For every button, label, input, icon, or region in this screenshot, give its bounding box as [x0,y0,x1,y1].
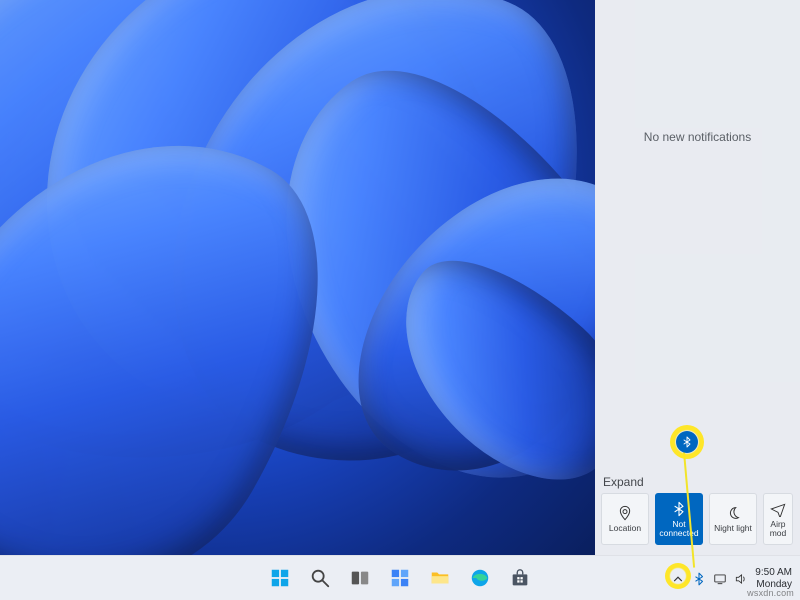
file-explorer-button[interactable] [425,563,455,593]
watermark-text: wsxdn.com [747,588,794,598]
tray-overflow-button[interactable] [669,556,687,600]
location-icon [617,505,633,521]
notifications-empty-text: No new notifications [595,0,800,469]
store-icon [509,567,531,589]
taskbar: 9:50 AM Monday [0,555,800,600]
bluetooth-icon [692,572,706,586]
bluetooth-icon [671,501,687,517]
tray-display-icon[interactable] [711,556,729,600]
widgets-icon [389,567,411,589]
bluetooth-tile-label-2: connected [659,529,698,538]
quick-actions-row: Location Not connected Night light Airp … [595,493,800,555]
task-view-icon [349,567,371,589]
airplane-tile-label-2: mod [770,529,787,538]
night-light-icon [725,505,741,521]
chevron-up-icon [671,572,685,586]
clock-time: 9:50 AM [755,567,792,579]
start-icon [269,567,291,589]
taskbar-clock[interactable]: 9:50 AM Monday [753,567,796,590]
action-center-panel: No new notifications Expand Location Not… [595,0,800,555]
bluetooth-tile[interactable]: Not connected [655,493,703,545]
desktop-wallpaper [0,0,595,555]
edge-button[interactable] [465,563,495,593]
airplane-mode-tile[interactable]: Airp mod [763,493,793,545]
search-icon [309,567,331,589]
location-tile-label: Location [609,524,641,533]
task-view-button[interactable] [345,563,375,593]
store-button[interactable] [505,563,535,593]
widgets-button[interactable] [385,563,415,593]
monitor-icon [713,572,727,586]
location-tile[interactable]: Location [601,493,649,545]
airplane-icon [770,501,786,517]
file-explorer-icon [429,567,451,589]
speaker-icon [734,572,748,586]
annotation-bluetooth-badge [676,431,698,453]
start-button[interactable] [265,563,295,593]
taskbar-center-group [265,563,535,593]
night-light-tile[interactable]: Night light [709,493,757,545]
bluetooth-icon [681,436,693,448]
search-button[interactable] [305,563,335,593]
night-light-tile-label: Night light [714,524,752,533]
expand-button[interactable]: Expand [595,469,800,493]
edge-icon [469,567,491,589]
